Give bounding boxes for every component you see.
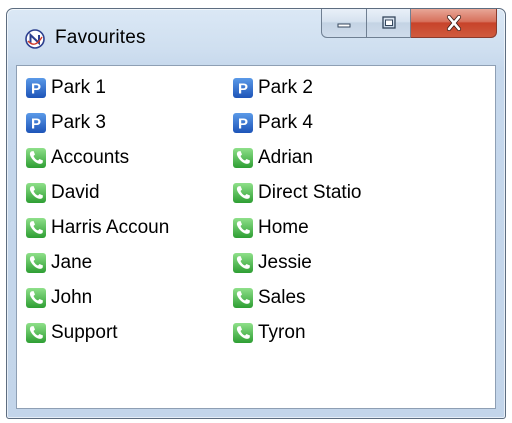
favourite-item-direct-station[interactable]: Direct Statio [232,179,361,207]
favourite-label: John [51,287,93,308]
favourite-label: Support [51,322,118,343]
favourite-item-jessie[interactable]: Jessie [232,249,312,277]
svg-text:P: P [31,116,41,133]
favourite-label: David [51,182,100,203]
favourite-item-park-1[interactable]: P Park 1 [25,74,106,102]
phone-icon [233,218,253,238]
favourite-label: Park 2 [258,77,313,98]
phone-icon [233,253,253,273]
favourite-item-jane[interactable]: Jane [25,249,92,277]
favourite-item-park-4[interactable]: P Park 4 [232,109,313,137]
phone-icon [233,183,253,203]
favourite-item-accounts[interactable]: Accounts [25,144,129,172]
phone-icon [26,323,46,343]
maximize-icon [381,16,396,29]
favourite-label: Jessie [258,252,312,273]
favourite-label: Direct Statio [258,182,362,203]
favourite-label: Adrian [258,147,313,168]
phone-icon [26,288,46,308]
phone-icon [26,148,46,168]
park-icon: P [26,78,46,98]
favourite-item-harris-accounts[interactable]: Harris Accoun [25,214,169,242]
favourites-list-panel: P Park 1 P Park 2 P Park 3 P Park 4 Acco… [16,65,496,409]
favourite-item-tyron[interactable]: Tyron [232,319,306,347]
favourite-item-david[interactable]: David [25,179,100,207]
favourite-item-sales[interactable]: Sales [232,284,306,312]
maximize-button[interactable] [367,9,411,38]
park-icon: P [26,113,46,133]
phone-icon [26,183,46,203]
favourite-item-park-2[interactable]: P Park 2 [232,74,313,102]
favourite-item-adrian[interactable]: Adrian [232,144,313,172]
favourite-label: Park 4 [258,112,313,133]
favourite-label: Jane [51,252,93,273]
close-button[interactable] [411,9,497,38]
favourite-label: Tyron [258,322,306,343]
phone-icon [233,288,253,308]
title-bar[interactable]: Favourites [7,9,505,63]
favourite-item-john[interactable]: John [25,284,92,312]
svg-text:P: P [238,116,248,133]
phone-icon [26,253,46,273]
favourite-label: Park 1 [51,77,106,98]
park-icon: P [233,78,253,98]
caption-buttons [321,9,497,39]
window-title: Favourites [55,27,146,48]
svg-text:P: P [31,81,41,98]
favourite-label: Home [258,217,309,238]
favourite-item-park-3[interactable]: P Park 3 [25,109,106,137]
minimize-icon [337,23,351,28]
favourite-label: Accounts [51,147,130,168]
phone-icon [233,323,253,343]
favourite-label: Park 3 [51,112,106,133]
minimize-button[interactable] [321,9,367,38]
favourite-label: Harris Accoun [51,217,170,238]
park-icon: P [233,113,253,133]
favourite-item-home[interactable]: Home [232,214,309,242]
phone-icon [26,218,46,238]
favourite-label: Sales [258,287,306,308]
svg-text:P: P [238,81,248,98]
close-icon [446,15,461,31]
n-logo-icon [25,29,45,49]
phone-icon [233,148,253,168]
favourite-item-support[interactable]: Support [25,319,118,347]
favourites-window: Favourites P Park 1 P Park 2 P Park 3 P … [6,8,506,419]
